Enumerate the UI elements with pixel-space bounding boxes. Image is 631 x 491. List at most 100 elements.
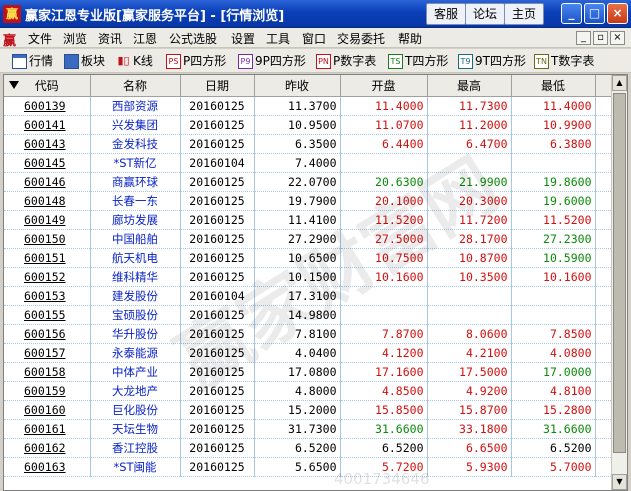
- stock-code-cell[interactable]: 600146: [4, 172, 91, 192]
- menu-tools[interactable]: 工具: [266, 30, 290, 47]
- menu-formula-screening[interactable]: 公式选股: [169, 30, 217, 47]
- close-icon[interactable]: ×: [607, 3, 628, 24]
- maximize-icon[interactable]: □: [584, 3, 605, 24]
- stock-code-cell[interactable]: 600141: [4, 115, 91, 135]
- 9t-square-tool-button[interactable]: T9 9T四方形: [458, 52, 526, 70]
- table-row[interactable]: 600157 永泰能源 20160125 4.0400 4.1200 4.2100 4.08…: [4, 343, 614, 363]
- stock-name-cell[interactable]: 金发科技: [90, 134, 181, 154]
- menu-file[interactable]: 文件: [28, 30, 52, 47]
- stock-code-cell[interactable]: 600155: [4, 305, 91, 325]
- column-header-code[interactable]: 代码: [4, 75, 91, 97]
- column-header-open[interactable]: 开盘: [340, 75, 428, 97]
- table-row[interactable]: 600148 长春一东 20160125 19.7900 20.1000 20.3000 1…: [4, 191, 614, 211]
- table-row[interactable]: 600159 大龙地产 20160125 4.8000 4.8500 4.9200 4.81…: [4, 381, 614, 401]
- stock-name-cell[interactable]: 商赢环球: [90, 172, 181, 192]
- stock-name-cell[interactable]: *ST新亿: [90, 153, 181, 173]
- vertical-scrollbar[interactable]: ▲ ▼: [611, 75, 627, 490]
- stock-name-cell[interactable]: *ST闽能: [90, 457, 181, 477]
- column-header-low[interactable]: 最低: [511, 75, 596, 97]
- table-row[interactable]: 600158 中体产业 20160125 17.0800 17.1600 17.5000 1…: [4, 362, 614, 382]
- table-row[interactable]: 600153 建发股份 20160104 17.3100: [4, 286, 614, 306]
- forum-button[interactable]: 论坛: [465, 3, 506, 25]
- stock-code-cell[interactable]: 600157: [4, 343, 91, 363]
- stock-code-cell[interactable]: 600160: [4, 400, 91, 420]
- table-row[interactable]: 600149 廊坊发展 20160125 11.4100 11.5200 11.7200 1…: [4, 210, 614, 230]
- stock-code-cell[interactable]: 600163: [4, 457, 91, 477]
- table-row[interactable]: 600161 天坛生物 20160125 31.7300 31.6600 33.1800 3…: [4, 419, 614, 439]
- stock-code-cell[interactable]: 600139: [4, 96, 91, 116]
- stock-code-cell[interactable]: 600151: [4, 248, 91, 268]
- stock-name-cell[interactable]: 航天机电: [90, 248, 181, 268]
- table-row[interactable]: 600141 兴发集团 20160125 10.9500 11.0700 11.2000 1…: [4, 115, 614, 135]
- mdi-restore-icon[interactable]: ▫: [593, 31, 608, 45]
- stock-code-cell[interactable]: 600152: [4, 267, 91, 287]
- column-header-high[interactable]: 最高: [427, 75, 512, 97]
- sort-triangle-icon[interactable]: [9, 81, 19, 89]
- menu-gann[interactable]: 江恩: [133, 30, 157, 47]
- stock-code-cell[interactable]: 600156: [4, 324, 91, 344]
- table-row[interactable]: 600160 巨化股份 20160125 15.2000 15.8500 15.8700 1…: [4, 400, 614, 420]
- table-row[interactable]: 600156 华升股份 20160125 7.8100 7.8700 8.0600 7.85…: [4, 324, 614, 344]
- stock-name-cell[interactable]: 巨化股份: [90, 400, 181, 420]
- stock-name-cell[interactable]: 中国船舶: [90, 229, 181, 249]
- menu-info[interactable]: 资讯: [98, 30, 122, 47]
- 9p-square-tool-button[interactable]: P9 9P四方形: [238, 52, 306, 70]
- stock-code-cell[interactable]: 600150: [4, 229, 91, 249]
- stock-code-cell[interactable]: 600161: [4, 419, 91, 439]
- homepage-button[interactable]: 主页: [504, 3, 545, 25]
- stock-code-cell[interactable]: 600145: [4, 153, 91, 173]
- stock-code-cell[interactable]: 600143: [4, 134, 91, 154]
- stock-name-cell[interactable]: 兴发集团: [90, 115, 181, 135]
- table-row[interactable]: 600146 商赢环球 20160125 22.0700 20.6300 21.9900 1…: [4, 172, 614, 192]
- quotes-tool-button[interactable]: 行情: [12, 52, 53, 70]
- column-header-prev-close[interactable]: 昨收: [254, 75, 341, 97]
- t-number-table-tool-button[interactable]: TN T数字表: [534, 52, 594, 70]
- table-row[interactable]: 600145 *ST新亿 20160104 7.4000: [4, 153, 614, 173]
- table-row[interactable]: 600150 中国船舶 20160125 27.2900 27.5000 28.1700 2…: [4, 229, 614, 249]
- kline-tool-button[interactable]: ▮▯ K线: [116, 52, 152, 70]
- p-number-table-tool-button[interactable]: PN P数字表: [316, 52, 376, 70]
- customer-service-button[interactable]: 客服: [426, 3, 467, 25]
- stock-code-cell[interactable]: 600158: [4, 362, 91, 382]
- scroll-thumb[interactable]: [613, 93, 626, 453]
- stock-name-cell[interactable]: 中体产业: [90, 362, 181, 382]
- menu-window[interactable]: 窗口: [302, 30, 326, 47]
- menu-browse[interactable]: 浏览: [63, 30, 87, 47]
- stock-name-cell[interactable]: 长春一东: [90, 191, 181, 211]
- column-header-date[interactable]: 日期: [180, 75, 255, 97]
- stock-name-cell[interactable]: 维科精华: [90, 267, 181, 287]
- stock-name-cell[interactable]: 西部资源: [90, 96, 181, 116]
- stock-code-cell[interactable]: 600148: [4, 191, 91, 211]
- stock-name-cell[interactable]: 宝硕股份: [90, 305, 181, 325]
- stock-code-cell[interactable]: 600153: [4, 286, 91, 306]
- table-row[interactable]: 600155 宝硕股份 20160125 14.9800: [4, 305, 614, 325]
- stock-code-cell[interactable]: 600159: [4, 381, 91, 401]
- stock-name-cell[interactable]: 华升股份: [90, 324, 181, 344]
- stock-code-cell[interactable]: 600149: [4, 210, 91, 230]
- minimize-icon[interactable]: _: [561, 3, 582, 24]
- sector-tool-button[interactable]: 板块: [64, 52, 105, 70]
- stock-name-cell[interactable]: 建发股份: [90, 286, 181, 306]
- stock-name-cell[interactable]: 大龙地产: [90, 381, 181, 401]
- mdi-minimize-icon[interactable]: _: [576, 31, 591, 45]
- scroll-up-icon[interactable]: ▲: [612, 75, 627, 91]
- stock-name-cell[interactable]: 香江控股: [90, 438, 181, 458]
- menu-trade-order[interactable]: 交易委托: [337, 30, 385, 47]
- stock-name-cell[interactable]: 廊坊发展: [90, 210, 181, 230]
- quotes-grid[interactable]: 代码 名称 日期 昨收 开盘 最高 最低 600139 西部资源 20160125 1…: [3, 74, 628, 491]
- stock-name-cell[interactable]: 天坛生物: [90, 419, 181, 439]
- table-row[interactable]: 600143 金发科技 20160125 6.3500 6.4400 6.4700 6.38…: [4, 134, 614, 154]
- stock-name-cell[interactable]: 永泰能源: [90, 343, 181, 363]
- scroll-down-icon[interactable]: ▼: [612, 474, 627, 490]
- table-row[interactable]: 600152 维科精华 20160125 10.1500 10.1600 10.3500 1…: [4, 267, 614, 287]
- column-header-name[interactable]: 名称: [90, 75, 181, 97]
- mdi-close-icon[interactable]: ×: [610, 31, 625, 45]
- p-square-tool-button[interactable]: PS P四方形: [166, 52, 226, 70]
- stock-code-cell[interactable]: 600162: [4, 438, 91, 458]
- table-row[interactable]: 600162 香江控股 20160125 6.5200 6.5200 6.6500 6.52…: [4, 438, 614, 458]
- t-square-tool-button[interactable]: TS T四方形: [388, 52, 448, 70]
- menu-help[interactable]: 帮助: [398, 30, 422, 47]
- table-row[interactable]: 600163 *ST闽能 20160125 5.6500 5.7200 5.9300 5.7…: [4, 457, 614, 477]
- table-row[interactable]: 600151 航天机电 20160125 10.6500 10.7500 10.8700 1…: [4, 248, 614, 268]
- table-row[interactable]: 600139 西部资源 20160125 11.3700 11.4000 11.7300 1…: [4, 96, 614, 116]
